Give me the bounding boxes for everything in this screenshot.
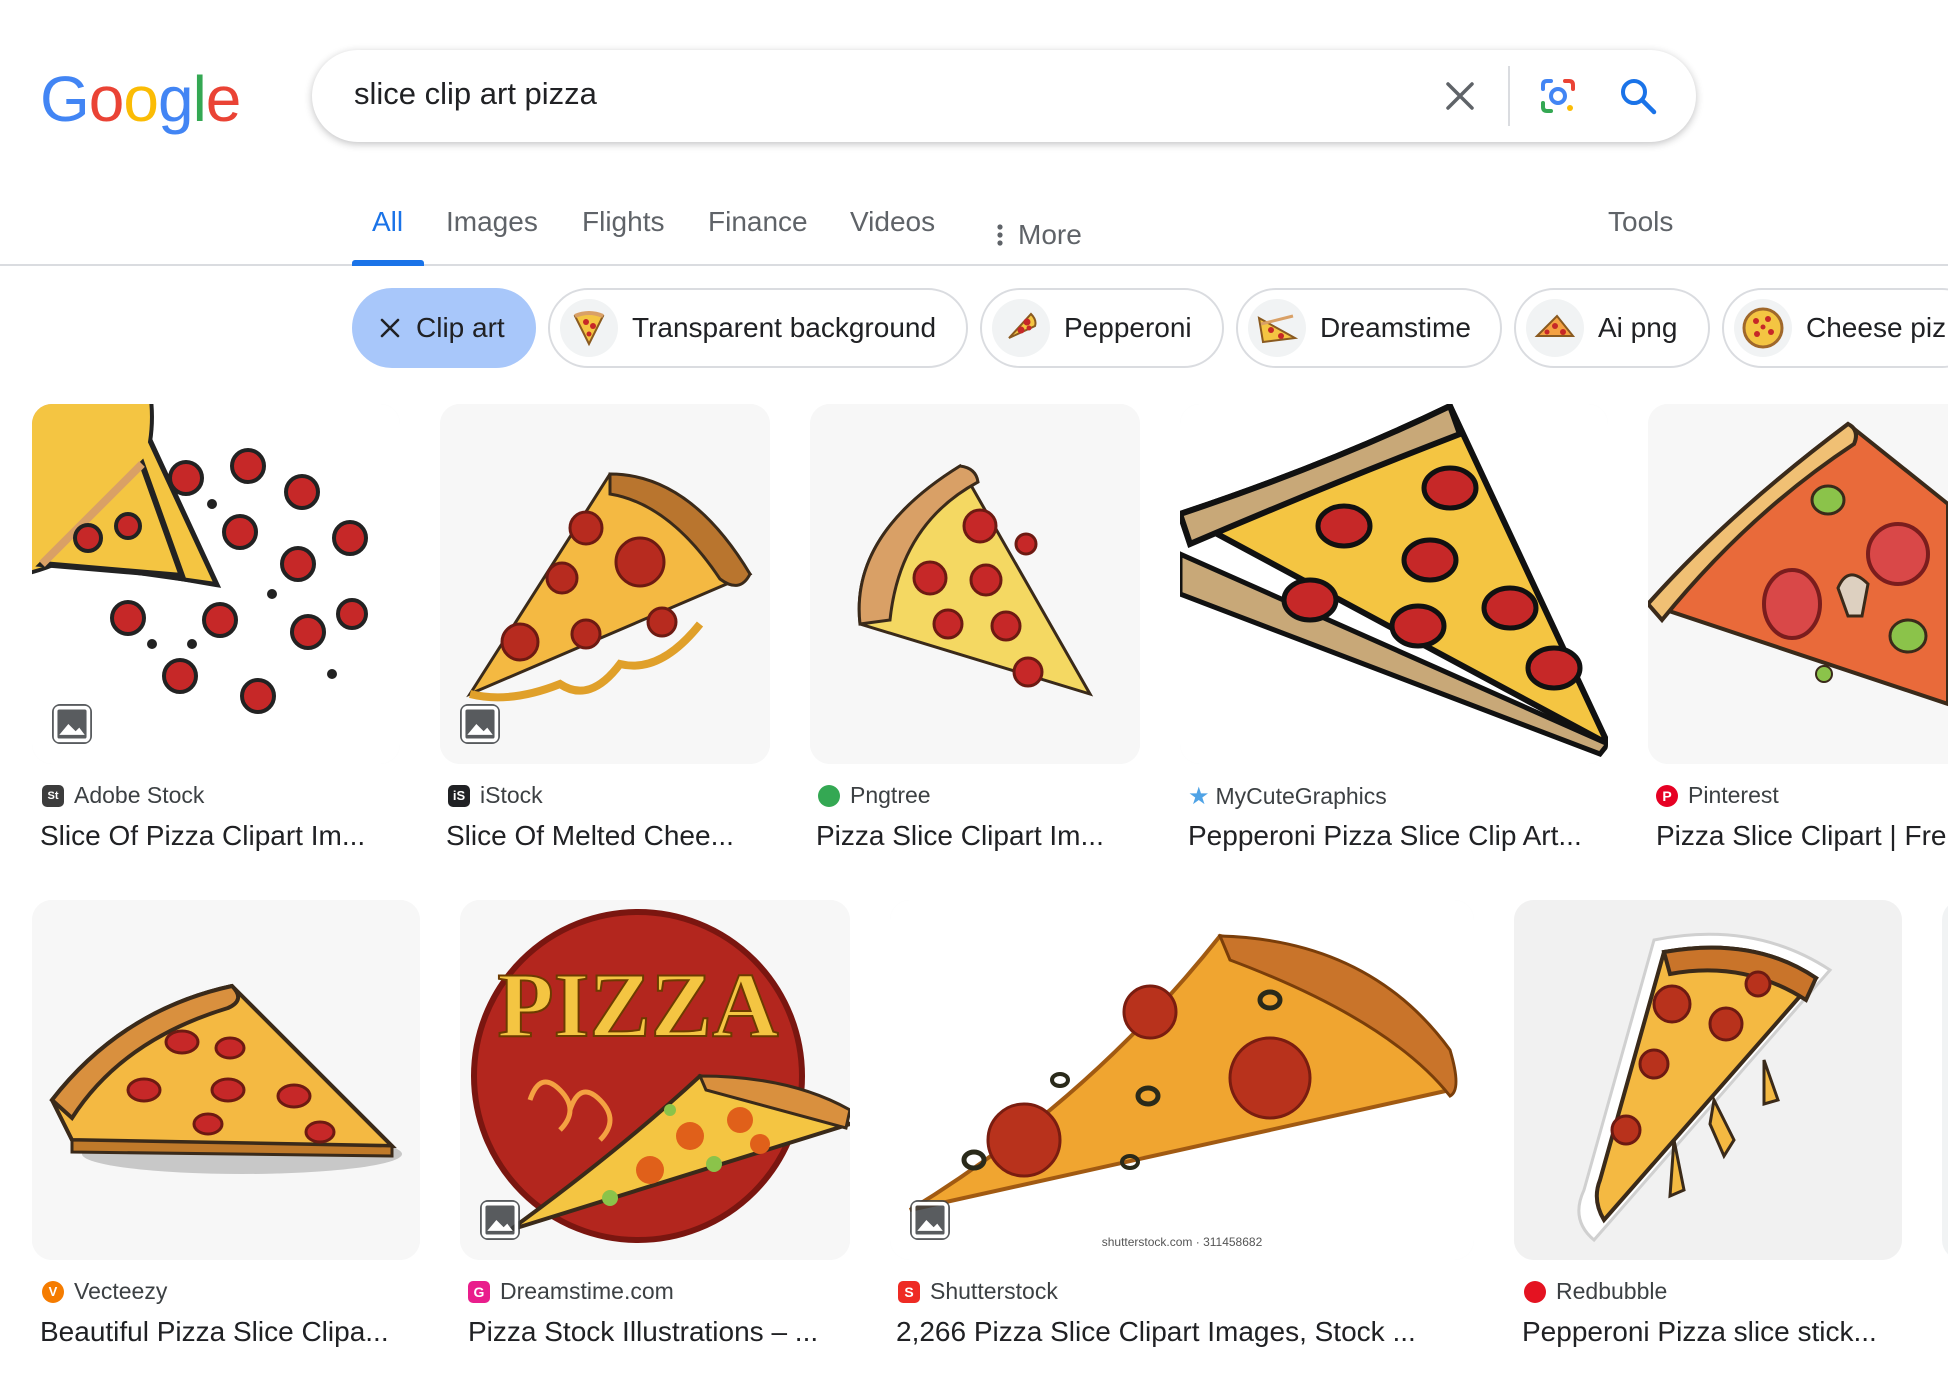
adobe-stock-favicon-icon: St xyxy=(42,784,64,807)
search-icon[interactable] xyxy=(1614,72,1662,120)
camera-lens-icon[interactable] xyxy=(1534,72,1582,120)
pinterest-favicon-icon: P xyxy=(1656,784,1678,807)
search-tabs: All Images Flights Finance Videos More T… xyxy=(0,190,1948,266)
chip-label: Ai png xyxy=(1598,312,1678,343)
result-title[interactable]: Pepperoni Pizza slice stick... xyxy=(1522,1316,1912,1348)
chip-clip-art[interactable]: Clip art xyxy=(352,288,536,368)
close-icon[interactable] xyxy=(378,316,402,340)
shutterstock-favicon-icon: S xyxy=(898,1280,920,1303)
result-image-adobe-stock[interactable] xyxy=(32,404,400,764)
image-icon xyxy=(460,704,500,744)
result-image-redbubble[interactable] xyxy=(1514,900,1902,1260)
result-title[interactable]: Pizza Stock Illustrations – ... xyxy=(468,1316,858,1348)
active-tab-indicator xyxy=(352,260,424,266)
chip-label: Clip art xyxy=(416,312,505,343)
tab-tools[interactable]: Tools xyxy=(1608,206,1673,264)
result-title[interactable]: Pizza Slice Clipart Im... xyxy=(816,820,1146,852)
google-logo[interactable]: Google xyxy=(40,62,241,136)
chip-dreamstime[interactable]: Dreamstime xyxy=(1236,288,1502,368)
result-image-pngtree[interactable] xyxy=(810,404,1140,764)
result-title[interactable]: Beautiful Pizza Slice Clipa... xyxy=(40,1316,420,1348)
result-image-shutterstock[interactable]: shutterstock.com · 311458682 xyxy=(890,900,1474,1260)
clear-icon[interactable] xyxy=(1436,72,1484,120)
tab-more-label: More xyxy=(1018,219,1082,250)
pepperoni-thumbnail xyxy=(992,299,1050,357)
image-icon xyxy=(480,1200,520,1240)
pizza-slice-thumbnail xyxy=(560,299,618,357)
chip-label: Transparent background xyxy=(632,312,937,343)
result-title[interactable]: Slice Of Melted Chee... xyxy=(446,820,776,852)
tab-images[interactable]: Images xyxy=(446,206,538,264)
search-divider xyxy=(1508,66,1510,126)
result-title[interactable]: Pizza Slice Clipart | Fre xyxy=(1656,820,1948,852)
image-icon xyxy=(52,704,92,744)
chip-label: Dreamstime xyxy=(1320,312,1471,343)
search-box[interactable]: slice clip art pizza xyxy=(312,50,1696,142)
result-source[interactable]: Redbubble xyxy=(1524,1278,1667,1305)
result-image-partial[interactable] xyxy=(1942,900,1948,1260)
ai-png-thumbnail xyxy=(1526,299,1584,357)
result-image-vecteezy[interactable] xyxy=(32,900,420,1260)
shutterstock-watermark: shutterstock.com · 311458682 xyxy=(1102,1235,1263,1249)
result-title[interactable]: 2,266 Pizza Slice Clipart Images, Stock … xyxy=(896,1316,1456,1348)
result-source[interactable]: ★ MyCuteGraphics xyxy=(1188,782,1387,811)
tab-all[interactable]: All xyxy=(372,206,403,264)
star-favicon-icon: ★ xyxy=(1188,783,1210,810)
more-vert-icon xyxy=(997,224,1003,246)
result-source[interactable]: V Vecteezy xyxy=(42,1278,167,1305)
chip-ai-png[interactable]: Ai png xyxy=(1514,288,1710,368)
istock-favicon-icon: iS xyxy=(448,784,470,807)
tab-flights[interactable]: Flights xyxy=(582,206,664,264)
result-image-pinterest[interactable] xyxy=(1648,404,1948,764)
vecteezy-favicon-icon: V xyxy=(42,1280,64,1303)
result-source[interactable]: St Adobe Stock xyxy=(42,782,204,809)
result-title[interactable]: Slice Of Pizza Clipart Im... xyxy=(40,820,390,852)
chip-pepperoni[interactable]: Pepperoni xyxy=(980,288,1224,368)
result-source[interactable]: G Dreamstime.com xyxy=(468,1278,674,1305)
search-input[interactable]: slice clip art pizza xyxy=(354,76,597,112)
chip-label: Cheese piz xyxy=(1806,312,1947,343)
redbubble-favicon-icon xyxy=(1524,1280,1546,1303)
result-source[interactable]: S Shutterstock xyxy=(898,1278,1058,1305)
chip-cheese-pizza[interactable]: Cheese piz xyxy=(1722,288,1948,368)
chip-label: Pepperoni xyxy=(1064,312,1192,343)
dreamstime-favicon-icon: G xyxy=(468,1280,490,1303)
result-source[interactable]: iS iStock xyxy=(448,782,543,809)
result-image-dreamstime[interactable]: PIZZA xyxy=(460,900,850,1260)
result-title[interactable]: Pepperoni Pizza Slice Clip Art... xyxy=(1188,820,1608,852)
chip-transparent-background[interactable]: Transparent background xyxy=(548,288,968,368)
tab-more[interactable]: More xyxy=(990,206,1082,264)
result-image-istock[interactable] xyxy=(440,404,770,764)
result-image-mycutegraphics[interactable] xyxy=(1180,404,1608,764)
result-source[interactable]: Pngtree xyxy=(818,782,931,809)
tab-finance[interactable]: Finance xyxy=(708,206,808,264)
pngtree-favicon-icon xyxy=(818,784,840,807)
result-source[interactable]: P Pinterest xyxy=(1656,782,1779,809)
search-results-page: Google slice clip art pizza All Images F… xyxy=(0,0,1948,1380)
pizza-sign-text: PIZZA xyxy=(497,954,778,1056)
dreamstime-thumbnail xyxy=(1248,299,1306,357)
tab-videos[interactable]: Videos xyxy=(850,206,935,264)
cheese-pizza-thumbnail xyxy=(1734,299,1792,357)
image-icon xyxy=(910,1200,950,1240)
